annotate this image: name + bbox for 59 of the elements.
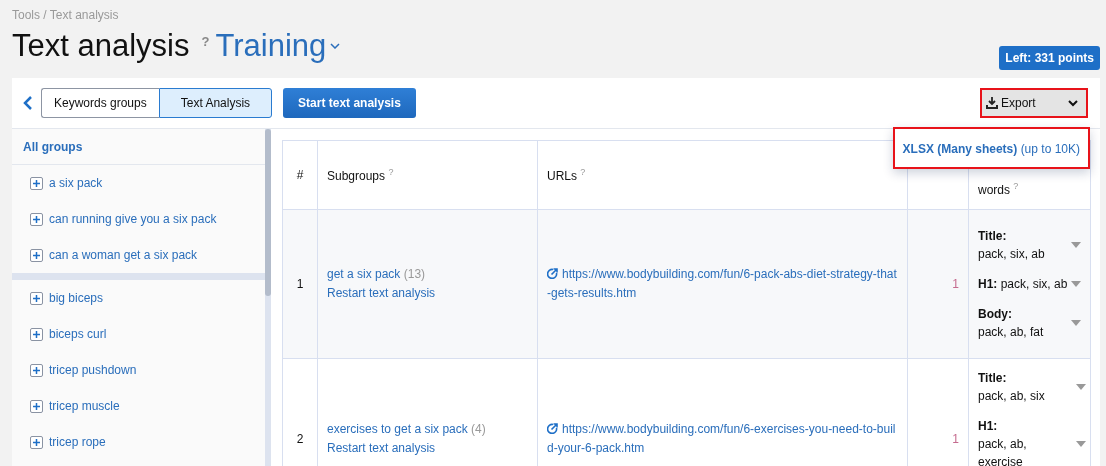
restart-link[interactable]: Restart text analysis [327, 440, 436, 455]
sidebar-item[interactable]: can running give you a six pack [49, 212, 217, 226]
menu-item[interactable]: XLSX (Many sheets) (up to 10K) [902, 142, 1080, 156]
dropdown-arrow-icon[interactable] [1071, 281, 1081, 287]
subgroup-link[interactable]: get a six pack (13) [327, 267, 426, 281]
dropdown-arrow-icon[interactable] [1071, 320, 1081, 326]
table-cell: 1 [296, 277, 304, 291]
breadcrumb: Tools / Text analysis [12, 8, 120, 22]
column-header: Subgroups [327, 169, 386, 183]
subgroup-link[interactable]: exercises to get a six pack (4) [327, 421, 486, 436]
dropdown-arrow-icon[interactable] [1071, 242, 1081, 248]
start-button[interactable]: Start text analysis [283, 88, 416, 118]
plus-icon[interactable] [30, 399, 43, 413]
plus-icon[interactable] [30, 435, 43, 449]
table-cell: 2 [296, 431, 304, 446]
scrollbar-thumb[interactable] [265, 129, 271, 296]
page-title: Text analysis [12, 28, 190, 64]
points-badge: Left: 331 points [999, 46, 1100, 70]
help-mark[interactable]: ? [580, 167, 586, 177]
sidebar-item[interactable]: tricep rope [49, 435, 106, 449]
help-mark[interactable]: ? [201, 34, 210, 49]
column-header: # [296, 168, 304, 182]
help-mark[interactable]: ? [388, 167, 394, 177]
sidebar-item[interactable]: tricep muscle [49, 399, 120, 413]
sidebar-item[interactable]: tricep pushdown [49, 363, 137, 377]
keyword-entry: Title: pack, ab, six [978, 370, 1045, 405]
error-count: 1 [952, 277, 959, 291]
plus-icon[interactable] [30, 176, 43, 190]
tab[interactable]: Text Analysis [158, 88, 273, 118]
scrollbar[interactable] [265, 129, 271, 466]
keyword-entry: Title: pack, six, ab [978, 228, 1045, 263]
column-header: URLs [547, 169, 577, 183]
plus-icon[interactable] [30, 327, 43, 341]
sidebar-item[interactable]: a six pack [49, 176, 103, 190]
plus-icon[interactable] [30, 248, 43, 262]
chevron-left-icon[interactable] [22, 96, 34, 110]
sidebar-item[interactable]: big biceps [49, 291, 104, 305]
sidebar-item[interactable]: biceps curl [49, 327, 107, 341]
restart-link[interactable]: Restart text analysis [327, 286, 436, 300]
keyword-entry: H1: pack, six, ab [978, 276, 1068, 293]
keyword-entry: H1: pack, ab, exercise [978, 418, 1028, 466]
plus-icon[interactable] [30, 212, 43, 226]
error-count: 1 [952, 431, 959, 446]
project-dropdown[interactable]: Training [215, 28, 341, 64]
sidebar-item[interactable]: can a woman get a six pack [49, 248, 198, 262]
download-icon [986, 97, 998, 109]
dropdown-arrow-icon[interactable] [1076, 441, 1086, 447]
plus-icon[interactable] [30, 291, 43, 305]
chevron-down-icon [1068, 99, 1078, 107]
export-button[interactable]: Export [980, 88, 1088, 118]
keyword-entry: Body: pack, ab, fat [978, 306, 1044, 341]
tab[interactable]: Keywords groups [41, 88, 159, 118]
external-link-icon[interactable] [547, 422, 558, 434]
column-header: words [978, 183, 1010, 197]
caret-icon[interactable] [330, 43, 341, 49]
help-mark[interactable]: ? [1013, 181, 1019, 191]
plus-icon[interactable] [30, 363, 43, 377]
dropdown-arrow-icon[interactable] [1076, 384, 1086, 390]
external-link-icon[interactable] [547, 268, 558, 279]
